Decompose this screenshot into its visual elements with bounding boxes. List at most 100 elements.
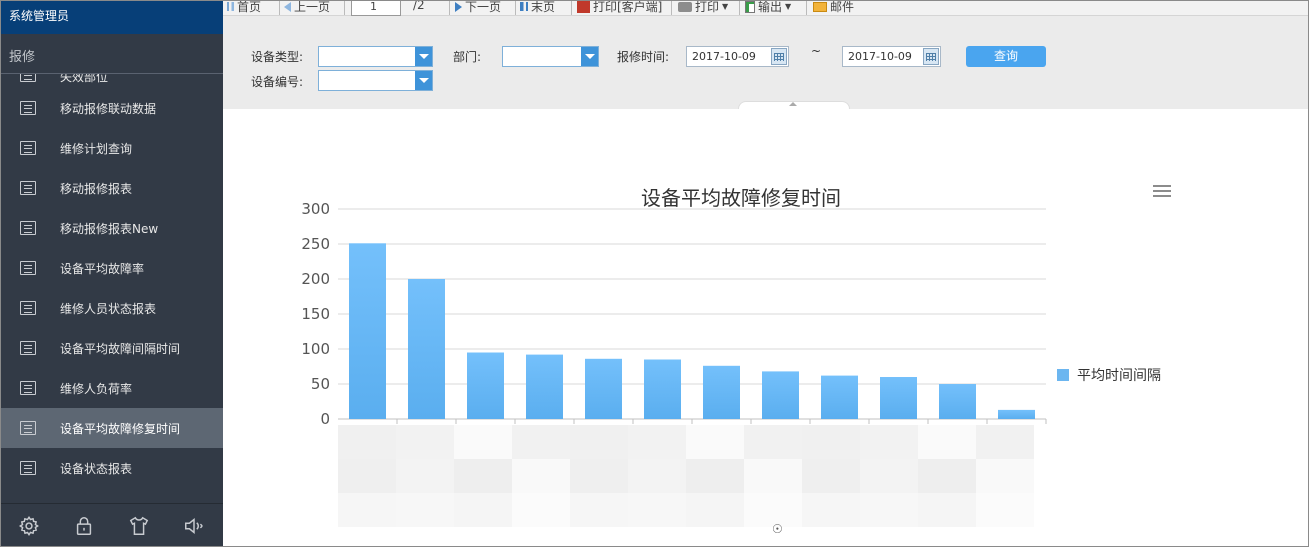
sidebar-item[interactable]: 移动报修报表New [1, 208, 223, 248]
sidebar-item-label: 失效部位 [60, 74, 109, 84]
prev-page-button[interactable]: 上一页 [284, 1, 330, 15]
sidebar-menu: 失效部位移动报修联动数据 维修计划查询 移动报修报表 移动报修报表New 设备平均故障率… [1, 74, 223, 502]
bar[interactable] [762, 371, 799, 419]
bar[interactable] [998, 409, 1035, 419]
chevron-down-icon[interactable] [581, 47, 598, 66]
bar[interactable] [939, 384, 976, 419]
sidebar-item-label: 设备状态报表 [60, 461, 133, 476]
y-tick-label: 250 [301, 235, 330, 253]
device-code-select[interactable] [318, 70, 433, 91]
calendar-icon[interactable] [923, 48, 939, 65]
bar[interactable] [467, 352, 504, 420]
next-page-button[interactable]: 下一页 [455, 1, 501, 15]
sidebar-item[interactable]: 维修人负荷率 [1, 368, 223, 408]
obscured-label-cell [860, 459, 918, 493]
sidebar-item[interactable]: 设备平均故障间隔时间 [1, 328, 223, 368]
bar[interactable] [585, 358, 622, 419]
repair-time-label: 报修时间: [617, 50, 670, 64]
report-icon [20, 261, 36, 275]
chart-area: 0 50 100 150 200 250 300 设备平均故障修复时间 平均时间间隔 ☉ [223, 109, 1308, 546]
report-icon [20, 341, 36, 355]
scroll-indicator-icon: ☉ [772, 522, 783, 536]
bar[interactable] [880, 377, 917, 419]
date-to-input[interactable]: 2017-10-09 [842, 46, 941, 67]
obscured-label-cell [976, 459, 1034, 493]
collapse-filter-toggle[interactable] [738, 101, 850, 109]
printer-icon [678, 1, 692, 12]
sidebar-item[interactable]: 移动报修联动数据 [1, 88, 223, 128]
obscured-label-cell [918, 425, 976, 459]
device-type-label: 设备类型: [251, 50, 304, 64]
print-client-button[interactable]: 打印[客户端] [577, 1, 662, 15]
sidebar-item[interactable]: 设备状态报表 [1, 448, 223, 488]
lock-icon[interactable] [56, 504, 111, 547]
mail-icon [813, 1, 827, 12]
page-number-input[interactable]: 1 [351, 1, 401, 16]
legend-item[interactable]: 平均时间间隔 [1057, 365, 1161, 385]
first-page-icon [227, 2, 234, 11]
obscured-label-cell [860, 425, 918, 459]
print-button[interactable]: 打印 ▼ [678, 1, 729, 15]
bar[interactable] [408, 279, 445, 419]
chevron-down-icon: ▼ [785, 2, 792, 11]
user-name[interactable]: 系统管理员 [1, 1, 223, 34]
legend-swatch [1057, 369, 1069, 381]
obscured-label-cell [802, 493, 860, 527]
y-tick-label: 150 [301, 305, 330, 323]
prev-page-icon [284, 1, 291, 12]
obscured-label-cell [802, 425, 860, 459]
sidebar-item[interactable]: 失效部位 [1, 74, 223, 88]
obscured-label-cell [976, 493, 1034, 527]
first-page-button[interactable]: 首页 [227, 1, 261, 15]
device-type-select[interactable] [318, 46, 433, 67]
sidebar-item[interactable]: 维修计划查询 [1, 128, 223, 168]
department-select[interactable] [502, 46, 599, 67]
bar[interactable] [526, 354, 563, 419]
obscured-label-cell [338, 493, 396, 527]
obscured-label-cell [628, 493, 686, 527]
obscured-label-cell [686, 425, 744, 459]
obscured-label-cell [628, 459, 686, 493]
obscured-label-cell [976, 425, 1034, 459]
sidebar-footer [1, 503, 223, 547]
last-page-button[interactable]: 末页 [520, 1, 555, 15]
obscured-label-cell [686, 459, 744, 493]
sidebar-item[interactable]: 设备平均故障率 [1, 248, 223, 288]
bar[interactable] [349, 243, 386, 419]
speaker-icon[interactable] [166, 504, 221, 547]
query-button[interactable]: 查询 [966, 46, 1046, 67]
chevron-down-icon: ▼ [722, 2, 729, 11]
print-client-icon [577, 1, 590, 13]
export-button[interactable]: 输出 ▼ [745, 1, 792, 15]
shirt-icon[interactable] [111, 504, 166, 547]
device-code-label: 设备编号: [251, 75, 304, 89]
next-page-icon [455, 1, 462, 12]
gear-icon[interactable] [1, 504, 56, 547]
sidebar-section-title[interactable]: 报修 [1, 34, 223, 74]
obscured-label-cell [512, 493, 570, 527]
page-total: /2 [413, 0, 425, 12]
y-tick-label: 100 [301, 340, 330, 358]
sidebar-item[interactable]: 维修人员状态报表 [1, 288, 223, 328]
date-from-input[interactable]: 2017-10-09 [686, 46, 789, 67]
chart-title: 设备平均故障修复时间 [641, 186, 841, 210]
report-icon [20, 221, 36, 235]
date-range-separator: ~ [811, 44, 822, 58]
sidebar-item-label: 维修人员状态报表 [60, 301, 157, 316]
calendar-icon[interactable] [771, 48, 787, 65]
bar[interactable] [821, 375, 858, 419]
sidebar-item[interactable]: 设备平均故障修复时间 [1, 408, 223, 448]
obscured-label-cell [454, 493, 512, 527]
chevron-down-icon[interactable] [415, 47, 432, 66]
chart-menu-icon[interactable] [1153, 185, 1171, 199]
mail-button[interactable]: 邮件 [813, 1, 854, 15]
sidebar-item[interactable]: 移动报修报表 [1, 168, 223, 208]
report-toolbar: 首页 上一页 1 /2 下一页 末页 打印[客户端] 打印 ▼ 输出 ▼ 邮件 [223, 0, 1308, 16]
sidebar-item-label: 维修人负荷率 [60, 381, 133, 396]
report-icon [20, 381, 36, 395]
bar[interactable] [703, 365, 740, 419]
report-icon [20, 461, 36, 475]
chevron-down-icon[interactable] [415, 71, 432, 90]
bar[interactable] [644, 359, 681, 420]
obscured-label-cell [454, 425, 512, 459]
